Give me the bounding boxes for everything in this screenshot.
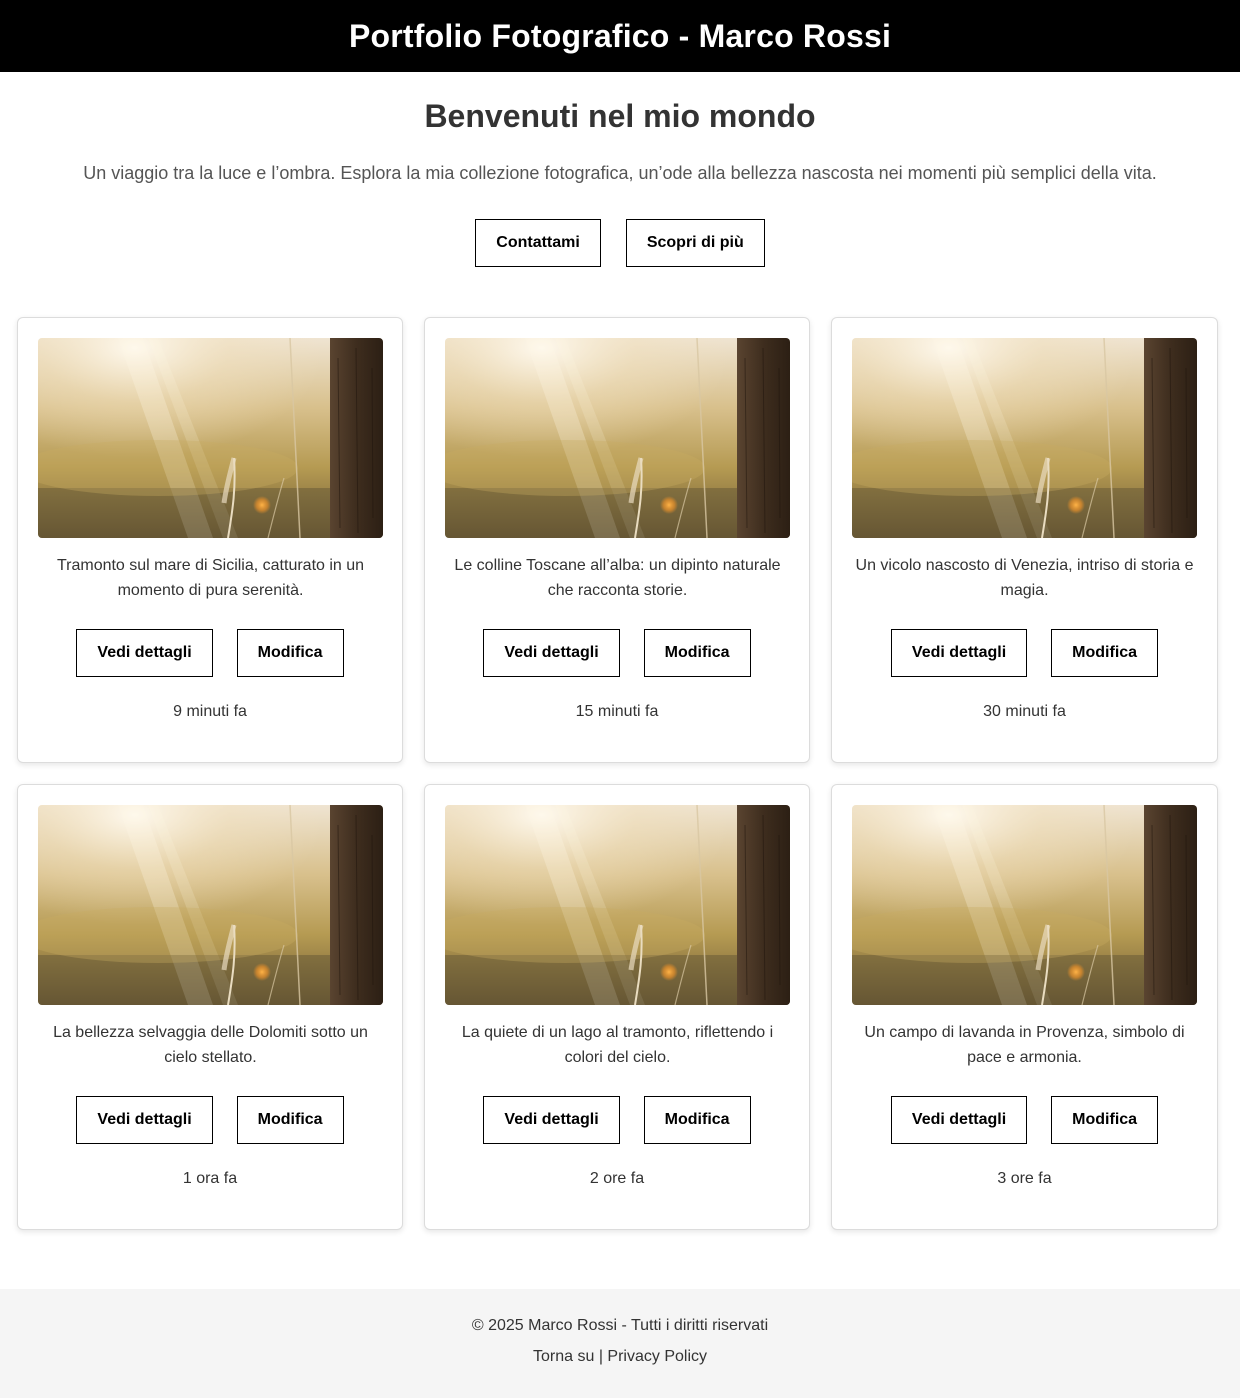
photo-timestamp: 2 ore fa	[589, 1170, 645, 1187]
edit-button[interactable]: Modifica	[236, 1096, 344, 1144]
photo-image[interactable]	[445, 805, 790, 1005]
hero-subtitle: Un viaggio tra la luce e l’ombra. Esplor…	[83, 163, 1157, 183]
photo-caption: Le colline Toscane all’alba: un dipinto …	[454, 557, 781, 599]
card-actions: Vedi dettagli Modifica	[18, 1096, 402, 1144]
view-details-button[interactable]: Vedi dettagli	[483, 1096, 620, 1144]
copyright-text: © 2025 Marco Rossi - Tutti i diritti ris…	[471, 1317, 769, 1334]
photo-image[interactable]	[38, 338, 383, 538]
edit-button[interactable]: Modifica	[643, 629, 751, 677]
card-actions: Vedi dettagli Modifica	[18, 629, 402, 677]
photo-caption: La quiete di un lago al tramonto, riflet…	[461, 1024, 774, 1066]
site-header: Portfolio Fotografico - Marco Rossi	[0, 0, 1240, 72]
photo-timestamp: 1 ora fa	[182, 1170, 238, 1187]
edit-button[interactable]: Modifica	[236, 629, 344, 677]
photo-card: Un campo di lavanda in Provenza, simbolo…	[831, 784, 1218, 1230]
photo-timestamp: 9 minuti fa	[173, 703, 247, 720]
privacy-policy-link[interactable]: Privacy Policy	[607, 1348, 707, 1365]
photo-caption: La bellezza selvaggia delle Dolomiti sot…	[53, 1024, 368, 1066]
photo-card: Un vicolo nascosto di Venezia, intriso d…	[831, 317, 1218, 763]
photo-caption: Tramonto sul mare di Sicilia, catturato …	[56, 557, 365, 599]
view-details-button[interactable]: Vedi dettagli	[890, 629, 1028, 677]
photo-card: La bellezza selvaggia delle Dolomiti sot…	[17, 784, 403, 1230]
photo-image[interactable]	[852, 338, 1197, 538]
hero-section: Benvenuti nel mio mondo Un viaggio tra l…	[0, 72, 1240, 282]
photo-card: La quiete di un lago al tramonto, riflet…	[424, 784, 810, 1230]
photo-image[interactable]	[852, 805, 1197, 1005]
photo-card: Tramonto sul mare di Sicilia, catturato …	[17, 317, 403, 763]
photo-caption: Un vicolo nascosto di Venezia, intriso d…	[855, 557, 1194, 599]
site-title: Portfolio Fotografico - Marco Rossi	[348, 17, 892, 54]
view-details-button[interactable]: Vedi dettagli	[76, 629, 213, 677]
view-details-button[interactable]: Vedi dettagli	[890, 1096, 1028, 1144]
photo-timestamp: 3 ore fa	[997, 1170, 1052, 1187]
view-details-button[interactable]: Vedi dettagli	[483, 629, 620, 677]
view-details-button[interactable]: Vedi dettagli	[76, 1096, 213, 1144]
hero-buttons: Contattami Scopri di più	[0, 219, 1240, 267]
photo-timestamp: 30 minuti fa	[983, 703, 1066, 720]
photo-timestamp: 15 minuti fa	[575, 703, 659, 720]
site-footer: © 2025 Marco Rossi - Tutti i diritti ris…	[0, 1289, 1240, 1398]
edit-button[interactable]: Modifica	[1051, 629, 1159, 677]
card-actions: Vedi dettagli Modifica	[425, 629, 809, 677]
photo-image[interactable]	[445, 338, 790, 538]
edit-button[interactable]: Modifica	[1051, 1096, 1159, 1144]
photo-grid: Tramonto sul mare di Sicilia, catturato …	[17, 317, 1218, 1230]
footer-links: Torna su | Privacy Policy	[0, 1348, 1240, 1366]
card-actions: Vedi dettagli Modifica	[832, 629, 1217, 677]
discover-more-button[interactable]: Scopri di più	[625, 219, 765, 267]
hero-heading: Benvenuti nel mio mondo	[424, 98, 816, 134]
footer-separator: |	[594, 1348, 608, 1365]
photo-image[interactable]	[38, 805, 383, 1005]
back-to-top-link[interactable]: Torna su	[533, 1348, 594, 1365]
card-actions: Vedi dettagli Modifica	[832, 1096, 1217, 1144]
photo-caption: Un campo di lavanda in Provenza, simbolo…	[864, 1024, 1185, 1066]
edit-button[interactable]: Modifica	[643, 1096, 751, 1144]
photo-card: Le colline Toscane all’alba: un dipinto …	[424, 317, 810, 763]
card-actions: Vedi dettagli Modifica	[425, 1096, 809, 1144]
contact-button[interactable]: Contattami	[475, 219, 601, 267]
